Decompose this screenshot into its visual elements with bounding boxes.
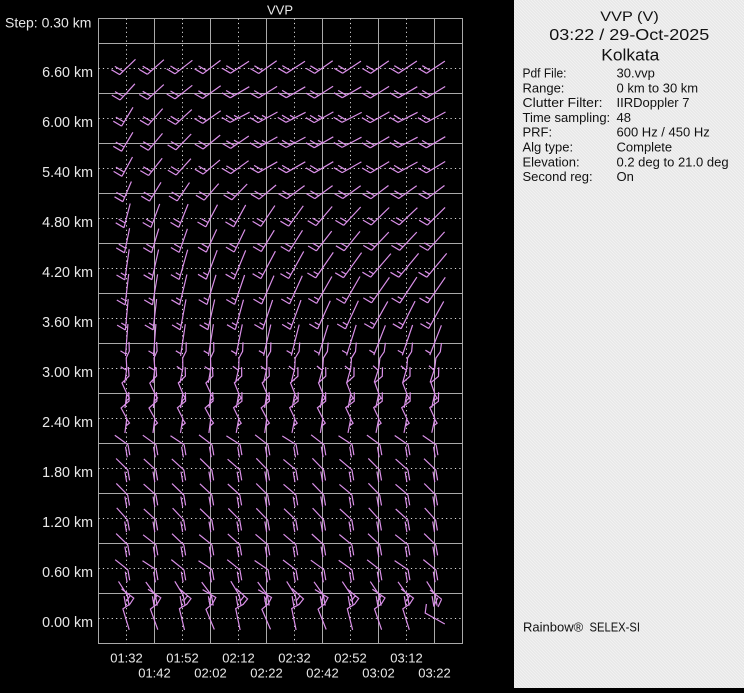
- svg-text:Time sampling:: Time sampling:: [523, 110, 611, 125]
- svg-text:PRF:: PRF:: [523, 125, 553, 140]
- svg-text:02:22: 02:22: [250, 666, 283, 681]
- svg-text:30.vvp: 30.vvp: [617, 66, 655, 81]
- svg-text:48: 48: [617, 110, 631, 125]
- svg-text:4.20 km: 4.20 km: [42, 265, 93, 281]
- svg-text:Elevation:: Elevation:: [523, 154, 580, 169]
- svg-text:1.80 km: 1.80 km: [42, 465, 93, 481]
- svg-text:Alg type:: Alg type:: [523, 140, 574, 155]
- svg-text:3.00 km: 3.00 km: [42, 365, 93, 381]
- svg-text:6.00 km: 6.00 km: [42, 115, 93, 131]
- svg-text:2.40 km: 2.40 km: [42, 415, 93, 431]
- svg-text:Pdf File:: Pdf File:: [523, 66, 567, 81]
- svg-text:Clutter Filter:: Clutter Filter:: [523, 95, 603, 110]
- svg-text:0.60 km: 0.60 km: [42, 565, 93, 581]
- svg-text:SELEX-SI: SELEX-SI: [590, 619, 641, 634]
- svg-text:VVP (V): VVP (V): [600, 9, 659, 25]
- svg-text:03:22 / 29-Oct-2025: 03:22 / 29-Oct-2025: [549, 27, 709, 44]
- svg-text:02:12: 02:12: [222, 651, 255, 666]
- svg-text:03:12: 03:12: [390, 651, 423, 666]
- svg-text:02:42: 02:42: [306, 666, 339, 681]
- svg-text:Kolkata: Kolkata: [601, 45, 660, 64]
- svg-text:Step: 0.30 km: Step: 0.30 km: [5, 15, 91, 31]
- svg-text:Rainbow®: Rainbow®: [523, 619, 584, 634]
- svg-text:6.60 km: 6.60 km: [42, 65, 93, 81]
- svg-text:Second reg:: Second reg:: [523, 169, 593, 184]
- svg-text:03:02: 03:02: [362, 666, 395, 681]
- svg-text:600 Hz / 450 Hz: 600 Hz / 450 Hz: [617, 125, 710, 140]
- svg-text:02:02: 02:02: [194, 666, 227, 681]
- svg-text:01:52: 01:52: [166, 651, 199, 666]
- svg-text:VVP: VVP: [267, 3, 293, 18]
- svg-text:01:42: 01:42: [138, 666, 171, 681]
- svg-text:4.80 km: 4.80 km: [42, 215, 93, 231]
- svg-text:02:32: 02:32: [278, 651, 311, 666]
- svg-text:03:22: 03:22: [418, 666, 451, 681]
- svg-text:02:52: 02:52: [334, 651, 367, 666]
- svg-text:Range:: Range:: [523, 80, 565, 95]
- svg-text:3.60 km: 3.60 km: [42, 315, 93, 331]
- svg-text:1.20 km: 1.20 km: [42, 515, 93, 531]
- svg-text:Complete: Complete: [617, 140, 673, 155]
- svg-text:0.2 deg to 21.0 deg: 0.2 deg to 21.0 deg: [617, 154, 729, 169]
- svg-text:01:32: 01:32: [110, 651, 143, 666]
- svg-text:0.00 km: 0.00 km: [42, 615, 93, 631]
- svg-text:IIRDoppler 7: IIRDoppler 7: [617, 95, 690, 110]
- svg-text:5.40 km: 5.40 km: [42, 165, 93, 181]
- svg-text:On: On: [617, 169, 634, 184]
- svg-text:0 km to 30 km: 0 km to 30 km: [617, 80, 699, 95]
